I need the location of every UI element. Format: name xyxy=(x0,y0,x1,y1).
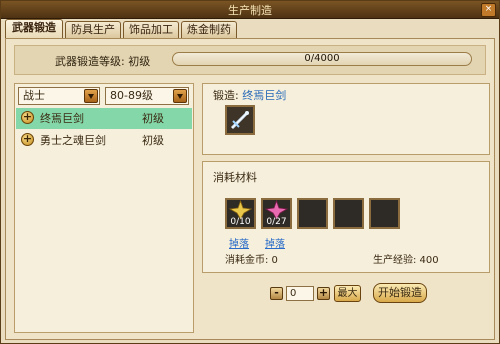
material-count: 0/27 xyxy=(266,217,287,227)
material-count: 0/10 xyxy=(230,217,251,227)
recipe-list-panel: 战士 80-89级 + 终焉巨剑 初级 + 勇士之魂巨剑 初级 xyxy=(14,83,194,333)
sword-icon xyxy=(230,111,249,130)
max-quantity-button[interactable]: 最大 xyxy=(334,285,361,302)
production-exp: 生产经验: 400 xyxy=(373,255,439,266)
material-slot-empty[interactable] xyxy=(369,198,400,229)
material-slot-empty[interactable] xyxy=(333,198,364,229)
materials-title: 消耗材料 xyxy=(213,171,257,184)
level-filter-dropdown[interactable]: 80-89级 xyxy=(105,87,189,105)
main-panel: 武器锻造等级: 初级 0/4000 战士 80-89级 + 终焉巨剑 初级 + xyxy=(5,38,495,340)
title-bar[interactable]: 生产制造 × xyxy=(1,1,499,19)
level-progress-bar: 0/4000 xyxy=(172,52,472,66)
forge-item-slot[interactable] xyxy=(225,105,255,135)
action-bar: - 0 + 最大 开始锻造 xyxy=(202,278,490,308)
chevron-down-icon[interactable] xyxy=(84,89,98,103)
tab-armor-production[interactable]: 防具生产 xyxy=(65,21,121,38)
recipe-name: 终焉巨剑 xyxy=(40,112,84,125)
drop-source-link[interactable]: 掉落 xyxy=(229,235,249,250)
recipe-grade: 初级 xyxy=(142,134,164,147)
tab-alchemy[interactable]: 炼金制药 xyxy=(181,21,237,38)
level-filter-value: 80-89级 xyxy=(110,89,153,102)
level-row: 武器锻造等级: 初级 0/4000 xyxy=(14,45,486,75)
materials-panel: 消耗材料 0/10 0/27 掉落 掉落 消耗金币: 0 生产经验: 400 xyxy=(202,161,490,273)
window-title: 生产制造 xyxy=(228,4,272,17)
recipe-grade: 初级 xyxy=(142,112,164,125)
quantity-input[interactable]: 0 xyxy=(286,286,314,301)
expand-icon[interactable]: + xyxy=(21,111,34,124)
tab-accessory-crafting[interactable]: 饰品加工 xyxy=(123,21,179,38)
material-slot[interactable]: 0/27 xyxy=(261,198,292,229)
recipe-item-warrior-soul-greatsword[interactable]: + 勇士之魂巨剑 初级 xyxy=(16,130,192,151)
forging-level-label: 武器锻造等级: 初级 xyxy=(55,55,151,68)
start-forging-button[interactable]: 开始锻造 xyxy=(373,283,427,303)
expand-icon[interactable]: + xyxy=(21,133,34,146)
decrease-quantity-button[interactable]: - xyxy=(270,287,283,300)
forge-target-label: 锻造: 终焉巨剑 xyxy=(213,87,286,103)
class-filter-value: 战士 xyxy=(23,89,45,102)
forge-prefix: 锻造: xyxy=(213,89,243,102)
close-button[interactable]: × xyxy=(481,3,496,17)
forge-item-name[interactable]: 终焉巨剑 xyxy=(242,89,286,102)
material-slot[interactable]: 0/10 xyxy=(225,198,256,229)
level-progress-text: 0/4000 xyxy=(304,53,340,64)
increase-quantity-button[interactable]: + xyxy=(317,287,330,300)
chevron-down-icon[interactable] xyxy=(173,89,187,103)
forge-target-panel: 锻造: 终焉巨剑 xyxy=(202,83,490,155)
tab-weapon-forging[interactable]: 武器锻造 xyxy=(5,19,63,38)
gold-cost: 消耗金币: 0 xyxy=(225,255,278,266)
material-slot-empty[interactable] xyxy=(297,198,328,229)
drop-source-link[interactable]: 掉落 xyxy=(265,235,285,250)
recipe-name: 勇士之魂巨剑 xyxy=(40,134,106,147)
recipe-item-doom-greatsword[interactable]: + 终焉巨剑 初级 xyxy=(16,108,192,129)
production-window: 生产制造 × 武器锻造 防具生产 饰品加工 炼金制药 武器锻造等级: 初级 0/… xyxy=(0,0,500,344)
class-filter-dropdown[interactable]: 战士 xyxy=(18,87,100,105)
